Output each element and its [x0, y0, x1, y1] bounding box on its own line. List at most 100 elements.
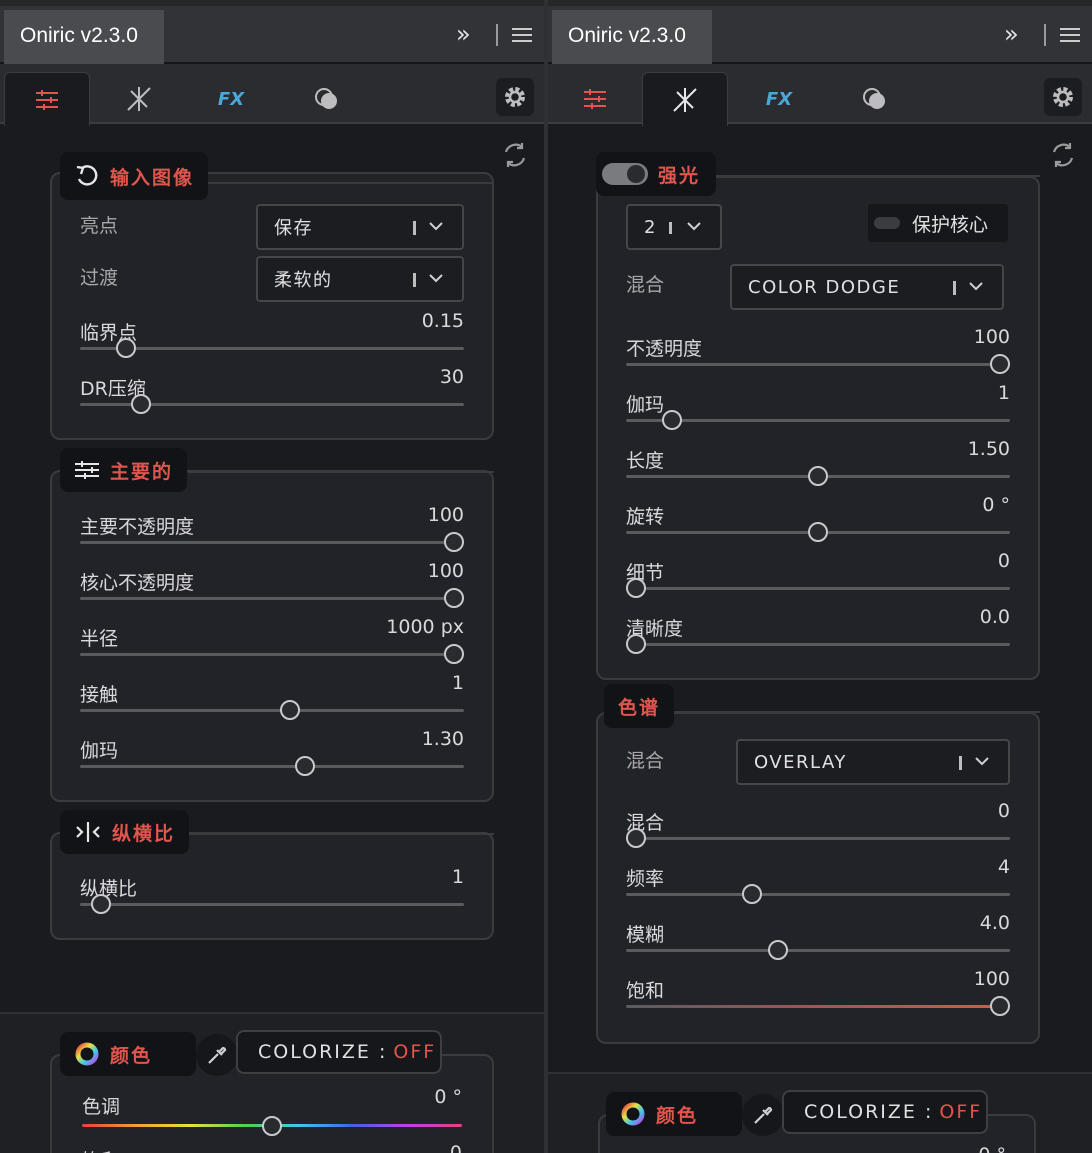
menu-icon[interactable] — [512, 28, 532, 42]
section-title: 主要的 — [110, 460, 174, 483]
slider-thumb[interactable] — [444, 644, 464, 664]
slider-track[interactable] — [626, 893, 1010, 896]
colorize-toggle[interactable]: COLORIZE : OFF — [236, 1030, 442, 1074]
menu-icon[interactable] — [1060, 28, 1080, 42]
tool-tabs: FX — [548, 64, 1092, 126]
transition-select[interactable]: 柔软的 — [256, 256, 464, 302]
glare-blend-select[interactable]: COLOR DODGE — [730, 264, 1004, 310]
slider-track[interactable] — [80, 765, 464, 768]
settings-button[interactable] — [1044, 78, 1082, 116]
slider-track[interactable] — [626, 1005, 1010, 1008]
expand-icon[interactable]: » — [1004, 20, 1018, 48]
sliders-icon — [584, 89, 606, 109]
slider-thumb[interactable] — [116, 338, 137, 358]
slider-thumb[interactable] — [90, 894, 111, 914]
hue-slider-thumb[interactable] — [262, 1116, 282, 1136]
panel-tab[interactable]: Oniric v2.3.0 — [552, 10, 712, 64]
slider-thumb[interactable] — [990, 996, 1010, 1016]
slider-thumb[interactable] — [767, 940, 788, 960]
divider — [413, 221, 416, 235]
slider-thumb[interactable] — [444, 588, 464, 608]
slider-thumb[interactable] — [808, 466, 828, 486]
slider-track[interactable] — [626, 949, 1010, 952]
slider-thumb[interactable] — [626, 828, 646, 848]
slider-value: 4.0 — [979, 912, 1010, 934]
eyedropper-button[interactable] — [742, 1094, 784, 1136]
chevron-down-icon — [429, 274, 443, 283]
hue-value: 0 ° — [434, 1086, 462, 1108]
chevron-down-icon — [975, 757, 989, 766]
slider-track[interactable] — [626, 587, 1010, 590]
protect-core-switch[interactable] — [874, 217, 900, 229]
slider-label: 模糊 — [626, 924, 665, 946]
eyedropper-icon — [754, 1106, 773, 1124]
slider-track[interactable] — [626, 363, 1010, 366]
color-header: 颜色 — [60, 1032, 196, 1076]
sliders-icon — [36, 89, 58, 110]
chevron-down-icon — [687, 222, 701, 231]
slider-track[interactable] — [626, 419, 1010, 422]
slider-label: 半径 — [80, 628, 119, 650]
slider-value: 30 — [439, 366, 464, 388]
slider-value: 100 — [973, 968, 1010, 990]
select-value: 2 — [644, 216, 657, 238]
hue-label: 色调 — [626, 1148, 664, 1153]
slider-track[interactable] — [80, 653, 464, 656]
highlights-select[interactable]: 保存 — [256, 204, 464, 250]
slider-thumb[interactable] — [626, 634, 646, 654]
tab-adjust[interactable] — [552, 72, 638, 126]
tab-fx[interactable]: FX — [188, 72, 274, 126]
reset-button[interactable] — [1050, 142, 1076, 172]
tab-blend[interactable] — [832, 72, 918, 126]
slider-thumb[interactable] — [662, 410, 683, 430]
slider-label: 饱和 — [626, 980, 665, 1002]
slider-label: 接触 — [80, 684, 119, 706]
slider-thumb[interactable] — [444, 532, 464, 552]
slider-thumb[interactable] — [742, 884, 763, 904]
glare-enable-toggle[interactable] — [602, 163, 648, 185]
tab-glare[interactable] — [642, 72, 728, 126]
title-bar: Oniric v2.3.0 » — [548, 6, 1092, 64]
expand-icon[interactable]: » — [456, 20, 470, 48]
slider-track[interactable] — [80, 597, 464, 600]
slider-label: 伽玛 — [80, 740, 119, 762]
slider-thumb[interactable] — [280, 700, 301, 720]
settings-button[interactable] — [496, 78, 534, 116]
slider-track[interactable] — [80, 541, 464, 544]
colorize-toggle[interactable]: COLORIZE : OFF — [782, 1090, 988, 1134]
divider — [669, 222, 672, 234]
eyedropper-button[interactable] — [196, 1034, 238, 1076]
spectrum-blend-select[interactable]: OVERLAY — [736, 739, 1010, 785]
eyedropper-icon — [208, 1046, 227, 1064]
slider-value: 4 — [997, 856, 1010, 878]
aspect-header: 纵横比 — [60, 810, 190, 854]
tab-glare[interactable] — [96, 72, 182, 126]
divider — [716, 175, 1040, 177]
slider-thumb[interactable] — [626, 578, 646, 598]
slider-value: 1000 px — [386, 616, 464, 638]
input-image-header: 输入图像 — [60, 152, 209, 200]
slider-track[interactable] — [626, 643, 1010, 646]
reset-button[interactable] — [502, 142, 528, 172]
slider-thumb[interactable] — [130, 394, 151, 414]
slider-thumb[interactable] — [294, 756, 315, 776]
glare-count-select[interactable]: 2 — [626, 204, 722, 250]
hue-label: 色调 — [82, 1096, 121, 1118]
slider-label: 旋转 — [626, 506, 665, 528]
saturation-label: 饱和 — [82, 1146, 120, 1153]
protect-core-control[interactable]: 保护核心 — [868, 204, 1008, 242]
panel-tab[interactable]: Oniric v2.3.0 — [4, 10, 164, 64]
colorize-state: OFF — [393, 1041, 437, 1063]
slider-track[interactable] — [80, 709, 464, 712]
slider-thumb[interactable] — [808, 522, 828, 542]
slider-track[interactable] — [80, 903, 464, 906]
slider-track[interactable] — [80, 347, 464, 350]
slider-track[interactable] — [626, 837, 1010, 840]
reset-icon — [1052, 143, 1074, 167]
tab-fx[interactable]: FX — [736, 72, 822, 126]
tab-blend[interactable] — [284, 72, 370, 126]
fx-icon: FX — [765, 88, 793, 110]
divider — [413, 273, 416, 287]
slider-thumb[interactable] — [990, 354, 1010, 374]
tab-adjust[interactable] — [4, 72, 90, 126]
